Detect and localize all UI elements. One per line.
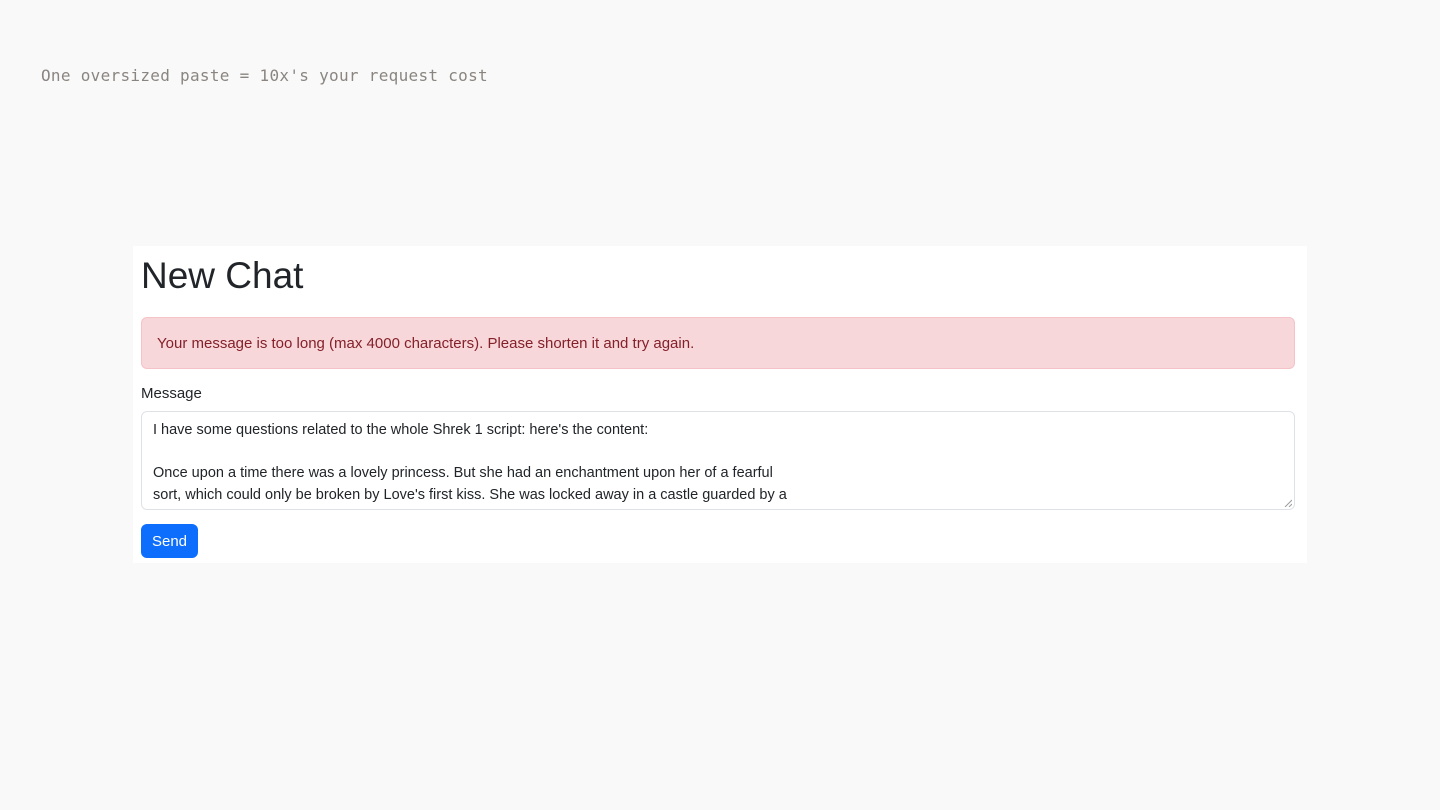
message-label: Message <box>141 385 202 402</box>
message-textarea[interactable]: I have some questions related to the who… <box>141 411 1295 510</box>
send-button[interactable]: Send <box>141 524 198 558</box>
message-line: I have some questions related to the who… <box>153 422 649 438</box>
error-alert: Your message is too long (max 4000 chara… <box>141 317 1295 369</box>
new-chat-panel: New Chat Your message is too long (max 4… <box>133 246 1307 563</box>
caption-text: One oversized paste = 10x's your request… <box>41 66 488 85</box>
page-title: New Chat <box>141 255 304 296</box>
error-alert-message: Your message is too long (max 4000 chara… <box>157 334 695 352</box>
message-line: sort, which could only be broken by Love… <box>153 486 787 503</box>
message-line: Once upon a time there was a lovely prin… <box>153 465 773 481</box>
message-line <box>153 442 1283 464</box>
resize-handle-icon[interactable] <box>1284 499 1292 507</box>
